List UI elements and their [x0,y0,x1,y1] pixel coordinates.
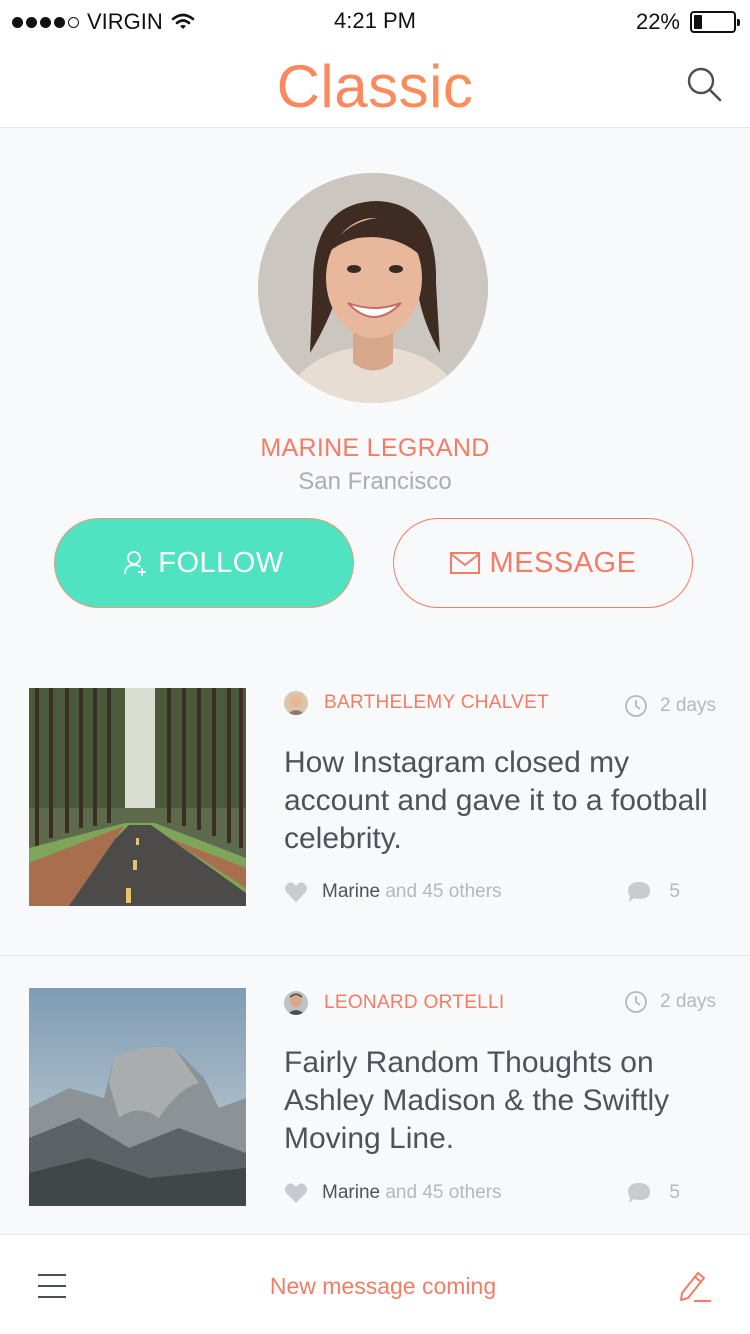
follow-button-label: FOLLOW [158,546,284,579]
navigation-bar: Classic [0,44,750,128]
page-title: Classic [0,52,750,121]
post-likes: Marine and 45 others [284,881,502,903]
pencil-icon[interactable] [678,1269,712,1303]
post-comments[interactable]: 5 [627,881,680,903]
post-timestamp: 2 days [624,990,716,1014]
post-author[interactable]: BARTHELEMY CHALVET [284,691,549,715]
profile-location: San Francisco [298,468,452,495]
likes-others: and 45 others [385,1182,502,1203]
likes-user: Marine [322,1182,381,1203]
author-name[interactable]: BARTHELEMY CHALVET [324,692,549,714]
author-avatar[interactable] [284,691,308,715]
post-title[interactable]: How Instagram closed my account and gave… [284,744,714,858]
likes-user: Marine [322,881,381,902]
heart-icon[interactable] [284,881,308,903]
likes-others: and 45 others [385,881,502,902]
post-timestamp: 2 days [624,694,716,718]
comment-count: 5 [669,1182,680,1203]
follow-button[interactable]: FOLLOW [54,518,354,608]
envelope-icon [449,552,480,574]
clock-icon [625,991,647,1013]
profile-name: MARINE LEGRAND [260,434,490,462]
feed-item[interactable]: LEONARD ORTELLI 2 days Fairly Random Tho… [0,955,750,1255]
post-likes: Marine and 45 others [284,1182,502,1204]
profile-avatar [258,173,488,403]
post-thumbnail-forest-road[interactable] [29,688,246,906]
comment-count: 5 [669,881,680,902]
post-title[interactable]: Fairly Random Thoughts on Ashley Madison… [284,1044,714,1158]
message-button-label: MESSAGE [489,546,637,579]
battery-status: 22% [635,9,740,35]
comment-bubble-icon [628,1183,651,1203]
status-bar: VIRGIN 4:21 PM 22% [0,0,750,44]
battery-percentage: 22% [635,9,680,34]
post-thumbnail-mountain[interactable] [29,988,246,1206]
heart-icon[interactable] [284,1182,308,1204]
feed-item[interactable]: BARTHELEMY CHALVET 2 days How Instagram … [0,655,750,955]
battery-icon [690,11,740,33]
bottom-toolbar: New message coming [0,1234,750,1334]
post-time: 2 days [660,695,716,716]
post-time: 2 days [660,991,716,1012]
author-avatar[interactable] [284,991,308,1015]
author-name[interactable]: LEONARD ORTELLI [324,992,504,1014]
search-icon[interactable] [684,64,724,104]
clock-icon [625,695,647,717]
post-comments[interactable]: 5 [627,1182,680,1204]
message-button[interactable]: MESSAGE [393,518,693,608]
add-user-icon [124,551,147,576]
new-message-notice[interactable]: New message coming [0,1273,750,1300]
post-author[interactable]: LEONARD ORTELLI [284,991,504,1015]
comment-bubble-icon [628,882,651,902]
